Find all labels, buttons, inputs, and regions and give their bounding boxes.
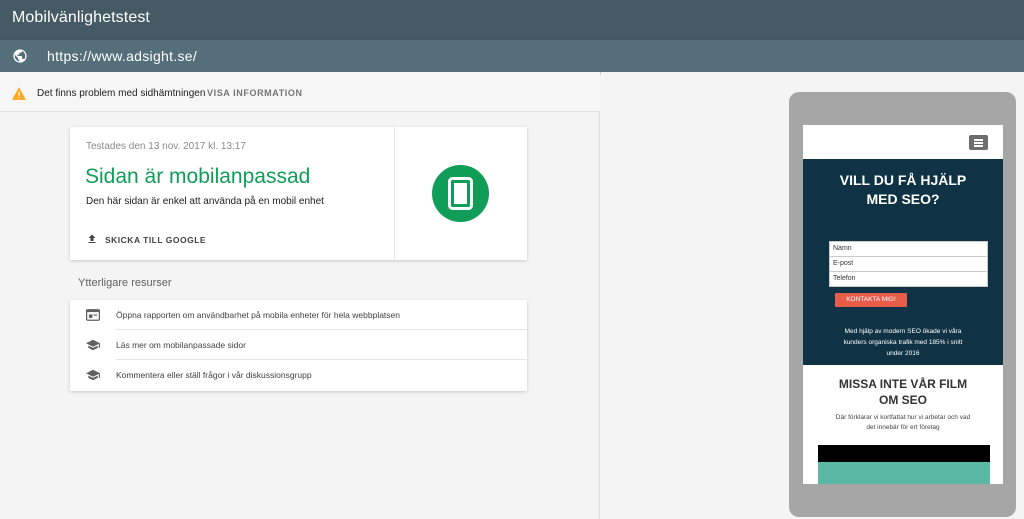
result-headline: Sidan är mobilanpassad [85, 165, 311, 188]
resource-label: Läs mer om mobilanpassade sidor [116, 340, 246, 350]
warning-icon [12, 87, 26, 100]
hamburger-menu-icon[interactable] [969, 135, 988, 150]
upload-icon [88, 234, 96, 243]
show-info-link[interactable]: VISA INFORMATION [207, 88, 303, 98]
school-icon [86, 339, 100, 351]
phone-frame: VILL DU FÅ HJÄLP MED SEO? Namn E-post Te… [789, 92, 1016, 517]
resource-item-discussion-group[interactable]: Kommentera eller ställ frågor i vår disk… [70, 360, 527, 390]
resource-label: Öppna rapporten om användbarhet på mobil… [116, 310, 400, 320]
resource-item-usability-report[interactable]: Öppna rapporten om användbarhet på mobil… [70, 300, 527, 330]
film-heading: MISSA INTE VÅR FILM OM SEO [838, 377, 968, 407]
url-text[interactable]: https://www.adsight.se/ [47, 48, 197, 64]
contact-button[interactable]: KONTAKTA MIG! [835, 293, 907, 307]
resource-label: Kommentera eller ställ frågor i vår disk… [116, 370, 312, 380]
email-field[interactable]: E-post [829, 256, 988, 272]
resource-item-learn-more[interactable]: Läs mer om mobilanpassade sidor [70, 330, 527, 360]
test-timestamp: Testades den 13 nov. 2017 kl. 13:17 [86, 141, 246, 152]
result-card: Testades den 13 nov. 2017 kl. 13:17 Sida… [70, 127, 527, 260]
smartphone-icon [448, 177, 473, 210]
report-icon [86, 309, 100, 321]
school-icon [86, 369, 100, 381]
submit-label: SKICKA TILL GOOGLE [105, 235, 207, 245]
card-divider [394, 127, 395, 260]
resources-list: Öppna rapporten om användbarhet på mobil… [70, 300, 527, 391]
phone-field[interactable]: Telefon [829, 271, 988, 287]
url-bar[interactable]: https://www.adsight.se/ [0, 40, 1024, 72]
mobile-friendly-badge [432, 165, 489, 222]
preview-panel: VILL DU FÅ HJÄLP MED SEO? Namn E-post Te… [601, 72, 1024, 519]
film-description: Där förklarar vi kortfattat hur vi arbet… [835, 414, 971, 431]
video-thumbnail[interactable] [818, 445, 990, 484]
site-header [803, 125, 1003, 159]
hero-text: Med hjälp av modern SEO ökade vi våra ku… [843, 328, 963, 357]
app-title: Mobilvänlighetstest [12, 9, 150, 26]
hero-section: VILL DU FÅ HJÄLP MED SEO? Namn E-post Te… [803, 159, 1003, 365]
app-bar: Mobilvänlighetstest [0, 0, 1024, 40]
results-panel: Det finns problem med sidhämtningen VISA… [0, 72, 600, 519]
warning-bar: Det finns problem med sidhämtningen VISA… [0, 72, 600, 112]
hero-title: VILL DU FÅ HJÄLP MED SEO? [839, 172, 967, 207]
resources-heading: Ytterligare resurser [78, 277, 172, 289]
warning-text: Det finns problem med sidhämtningen [37, 88, 206, 99]
phone-screen[interactable]: VILL DU FÅ HJÄLP MED SEO? Namn E-post Te… [803, 125, 1003, 484]
result-description: Den här sidan är enkel att använda på en… [86, 196, 324, 207]
globe-icon [13, 49, 27, 63]
name-field[interactable]: Namn [829, 241, 988, 257]
